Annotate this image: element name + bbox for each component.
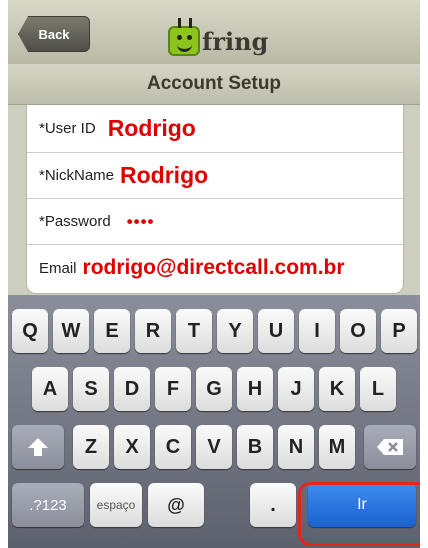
user-id-label: *User ID (39, 120, 96, 137)
email-label: Email (39, 259, 77, 277)
user-id-value[interactable]: Rodrigo (108, 115, 196, 142)
logo-antenna-right (189, 18, 192, 28)
key-r[interactable]: R (135, 309, 171, 353)
phone-screen: Back fring Account Setup *User ID Rodrig… (8, 0, 420, 548)
nickname-label: *NickName (39, 167, 115, 184)
back-button[interactable]: Back (18, 16, 90, 52)
key-y[interactable]: Y (217, 309, 253, 353)
password-field[interactable]: *Password •••• (27, 199, 403, 245)
key-n[interactable]: N (278, 425, 314, 469)
email-value[interactable]: rodrigo@directcall.com.br (83, 256, 345, 280)
key-b[interactable]: B (237, 425, 273, 469)
key-d[interactable]: D (114, 367, 150, 411)
form-area: *User ID Rodrigo *NickName Rodrigo *Pass… (8, 105, 420, 295)
password-value[interactable]: •••• (127, 212, 155, 232)
logo-mouth (177, 44, 192, 52)
key-v[interactable]: V (196, 425, 232, 469)
email-field[interactable]: Email rodrigo@directcall.com.br (27, 245, 403, 291)
logo-text: fring (202, 27, 269, 56)
key-m[interactable]: M (319, 425, 355, 469)
key-j[interactable]: J (278, 367, 314, 411)
key-g[interactable]: G (196, 367, 232, 411)
space-key[interactable]: espaço (90, 483, 142, 527)
shift-key[interactable] (12, 425, 64, 469)
backspace-key[interactable] (364, 425, 416, 469)
password-label: *Password (39, 213, 111, 230)
key-e[interactable]: E (94, 309, 130, 353)
key-a[interactable]: A (32, 367, 68, 411)
key-z[interactable]: Z (73, 425, 109, 469)
key-o[interactable]: O (340, 309, 376, 353)
fring-logo-icon (168, 18, 200, 56)
shift-arrow-icon (28, 438, 48, 456)
user-id-field[interactable]: *User ID Rodrigo (27, 105, 403, 153)
at-key[interactable]: @ (148, 483, 204, 527)
key-h[interactable]: H (237, 367, 273, 411)
key-f[interactable]: F (155, 367, 191, 411)
logo-antenna-left (178, 18, 181, 28)
key-w[interactable]: W (53, 309, 89, 353)
title-bar: Account Setup (8, 64, 420, 105)
key-p[interactable]: P (381, 309, 417, 353)
key-l[interactable]: L (360, 367, 396, 411)
key-i[interactable]: I (299, 309, 335, 353)
key-t[interactable]: T (176, 309, 212, 353)
key-q[interactable]: Q (12, 309, 48, 353)
highlight-annotation (298, 482, 420, 546)
account-form: *User ID Rodrigo *NickName Rodrigo *Pass… (26, 105, 404, 294)
numbers-key[interactable]: .?123 (12, 483, 84, 527)
key-k[interactable]: K (319, 367, 355, 411)
key-c[interactable]: C (155, 425, 191, 469)
dot-key[interactable]: . (250, 483, 296, 527)
key-u[interactable]: U (258, 309, 294, 353)
page-title: Account Setup (146, 73, 282, 94)
backspace-icon (377, 439, 403, 455)
navigation-bar: Back fring (8, 0, 420, 65)
fring-logo: fring (168, 12, 268, 56)
key-x[interactable]: X (114, 425, 150, 469)
nickname-value[interactable]: Rodrigo (120, 162, 208, 189)
nickname-field[interactable]: *NickName Rodrigo (27, 153, 403, 199)
key-s[interactable]: S (73, 367, 109, 411)
